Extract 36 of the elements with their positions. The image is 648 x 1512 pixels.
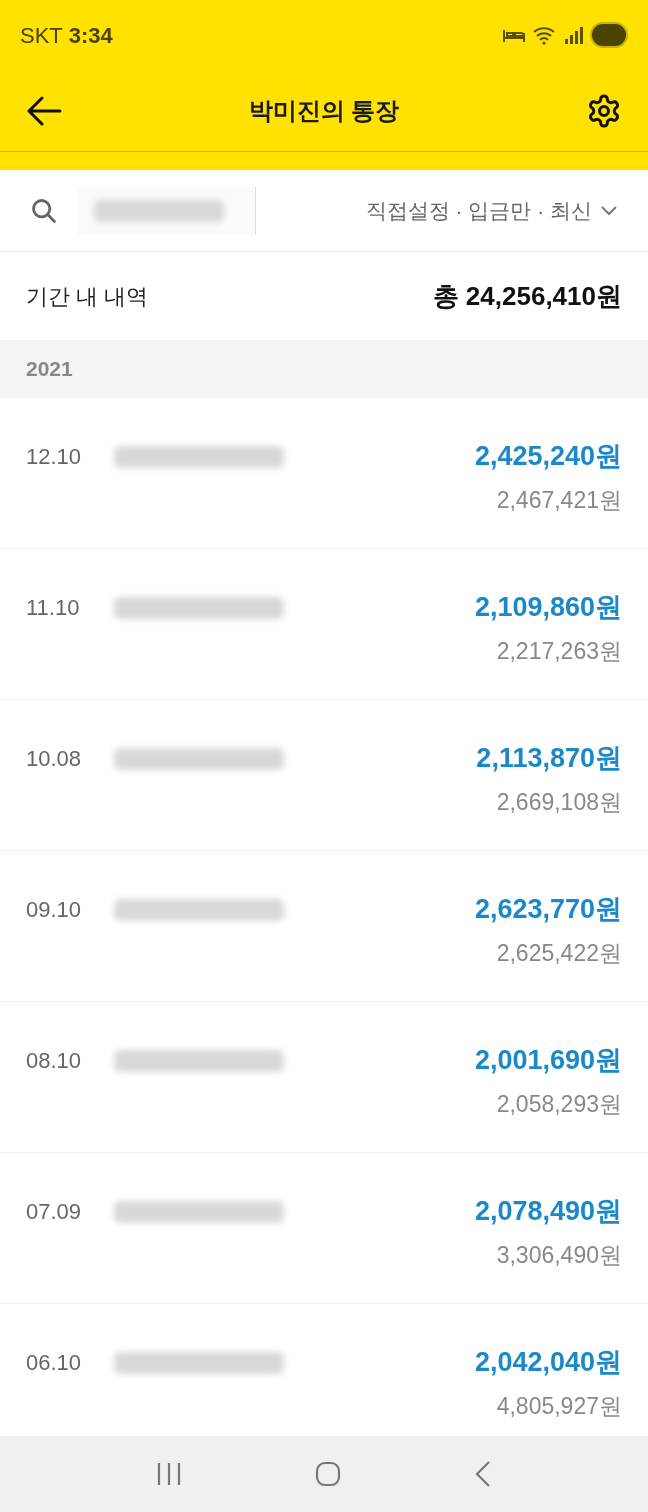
transaction-amount: 2,001,690원 [474, 1044, 622, 1077]
transaction-date: 07.09 [26, 1198, 83, 1226]
carrier: SKT [20, 21, 63, 50]
transaction-date: 09.10 [26, 896, 83, 924]
balance: 4,805,927원 [496, 1391, 622, 1421]
balance: 2,058,293원 [496, 1089, 622, 1119]
search-field[interactable] [78, 186, 256, 235]
page-title: 박미진의 통장 [248, 95, 400, 126]
settings-icon [586, 92, 622, 129]
filter-dropdown[interactable]: 직접설정 · 입금만 · 최신 [365, 194, 618, 227]
balance: 3,306,490원 [496, 1240, 622, 1270]
balance: 2,467,421원 [496, 485, 622, 515]
transaction-amount: 2,623,770원 [474, 893, 622, 926]
battery-icon [590, 22, 628, 48]
balance: 2,217,263원 [496, 636, 622, 666]
search-icon[interactable] [30, 196, 58, 225]
period-label: 기간 내 내역 [26, 282, 149, 311]
home-icon[interactable] [314, 1460, 342, 1488]
transaction-amount: 2,425,240원 [474, 440, 622, 473]
transaction-date: 12.10 [26, 443, 83, 471]
period-total: 총 24,256,410원 [432, 279, 622, 313]
transaction-amount: 2,113,870원 [476, 742, 622, 775]
back-arrow-icon [26, 95, 62, 126]
chevron-down-icon [600, 204, 618, 217]
balance: 2,625,422원 [496, 938, 622, 968]
transaction-date: 06.10 [26, 1349, 83, 1377]
year-header: 2021 [26, 356, 73, 383]
transaction-date: 08.10 [26, 1047, 83, 1075]
transaction-amount: 2,078,490원 [474, 1195, 622, 1228]
transaction-amount: 2,109,860원 [474, 591, 622, 624]
signal-icon [564, 25, 584, 45]
balance: 2,669,108원 [496, 787, 622, 817]
transaction-amount: 2,042,040원 [474, 1346, 622, 1379]
clock: 3:34 [68, 21, 113, 50]
transaction-date: 11.10 [26, 594, 81, 622]
transaction-date: 10.08 [26, 745, 83, 773]
